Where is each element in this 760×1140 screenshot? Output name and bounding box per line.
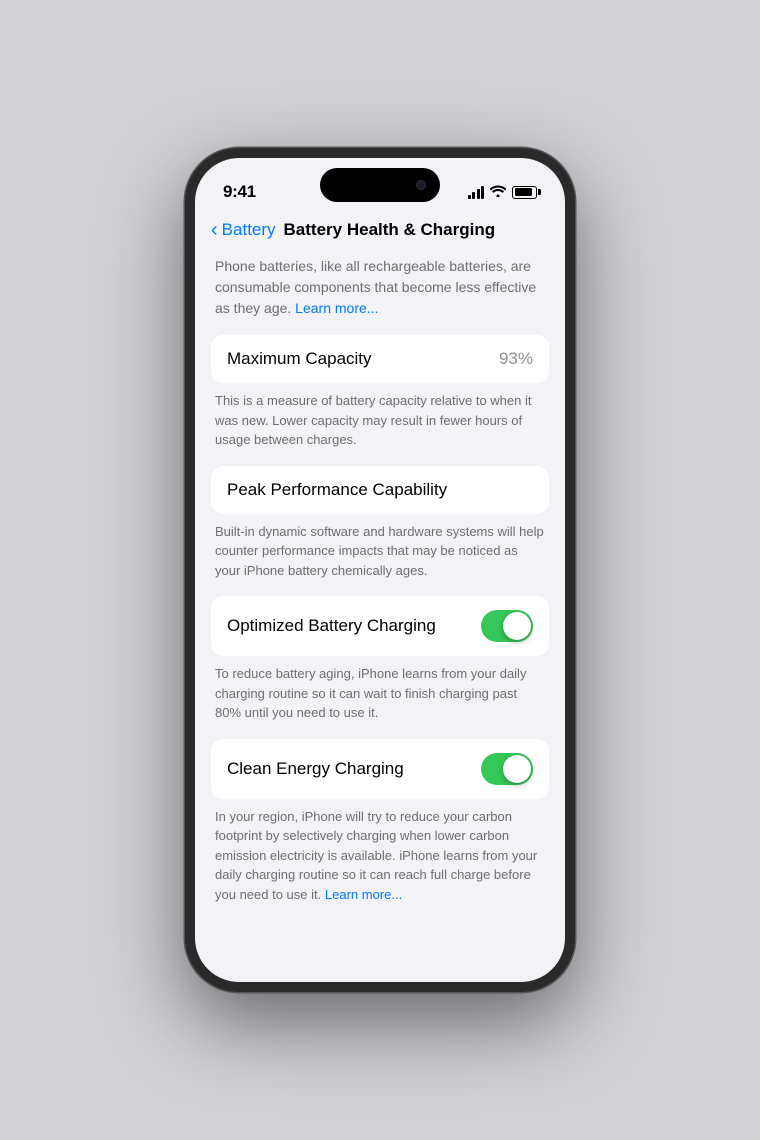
back-chevron-icon: ‹: [211, 220, 218, 240]
maximum-capacity-card: Maximum Capacity 93%: [211, 335, 549, 383]
clean-energy-row: Clean Energy Charging: [211, 739, 549, 799]
peak-performance-description: Built-in dynamic software and hardware s…: [211, 522, 549, 581]
peak-performance-row: Peak Performance Capability: [211, 466, 549, 514]
intro-learn-more[interactable]: Learn more...: [295, 300, 378, 316]
optimized-charging-thumb: [503, 612, 531, 640]
optimized-charging-toggle[interactable]: [481, 610, 533, 642]
maximum-capacity-description: This is a measure of battery capacity re…: [211, 391, 549, 450]
battery-icon: [512, 186, 537, 199]
clean-energy-description: In your region, iPhone will try to reduc…: [211, 807, 549, 905]
maximum-capacity-label: Maximum Capacity: [227, 349, 372, 369]
phone-frame: 9:41: [185, 148, 575, 992]
wifi-icon: [490, 184, 506, 200]
status-icons: [468, 184, 538, 200]
maximum-capacity-row: Maximum Capacity 93%: [211, 335, 549, 383]
clean-energy-thumb: [503, 755, 531, 783]
optimized-charging-description: To reduce battery aging, iPhone learns f…: [211, 664, 549, 723]
peak-performance-label: Peak Performance Capability: [227, 480, 447, 500]
signal-icon: [468, 186, 485, 199]
clean-energy-toggle[interactable]: [481, 753, 533, 785]
page-title: Battery Health & Charging: [284, 220, 496, 240]
peak-performance-card: Peak Performance Capability: [211, 466, 549, 514]
content-area: Phone batteries, like all rechargeable b…: [195, 252, 565, 982]
clean-energy-learn-more[interactable]: Learn more...: [325, 887, 402, 902]
screen: 9:41: [195, 158, 565, 982]
optimized-charging-label: Optimized Battery Charging: [227, 616, 436, 636]
status-time: 9:41: [223, 182, 256, 202]
nav-header: ‹ Battery Battery Health & Charging: [195, 212, 565, 252]
back-button[interactable]: ‹ Battery: [211, 220, 276, 240]
dynamic-island: [320, 168, 440, 202]
optimized-charging-row: Optimized Battery Charging: [211, 596, 549, 656]
maximum-capacity-value: 93%: [499, 349, 533, 369]
clean-energy-label: Clean Energy Charging: [227, 759, 404, 779]
status-bar: 9:41: [195, 158, 565, 212]
camera-dot: [416, 180, 426, 190]
optimized-charging-card: Optimized Battery Charging: [211, 596, 549, 656]
intro-description: Phone batteries, like all rechargeable b…: [211, 256, 549, 319]
back-label[interactable]: Battery: [222, 220, 276, 240]
clean-energy-card: Clean Energy Charging: [211, 739, 549, 799]
